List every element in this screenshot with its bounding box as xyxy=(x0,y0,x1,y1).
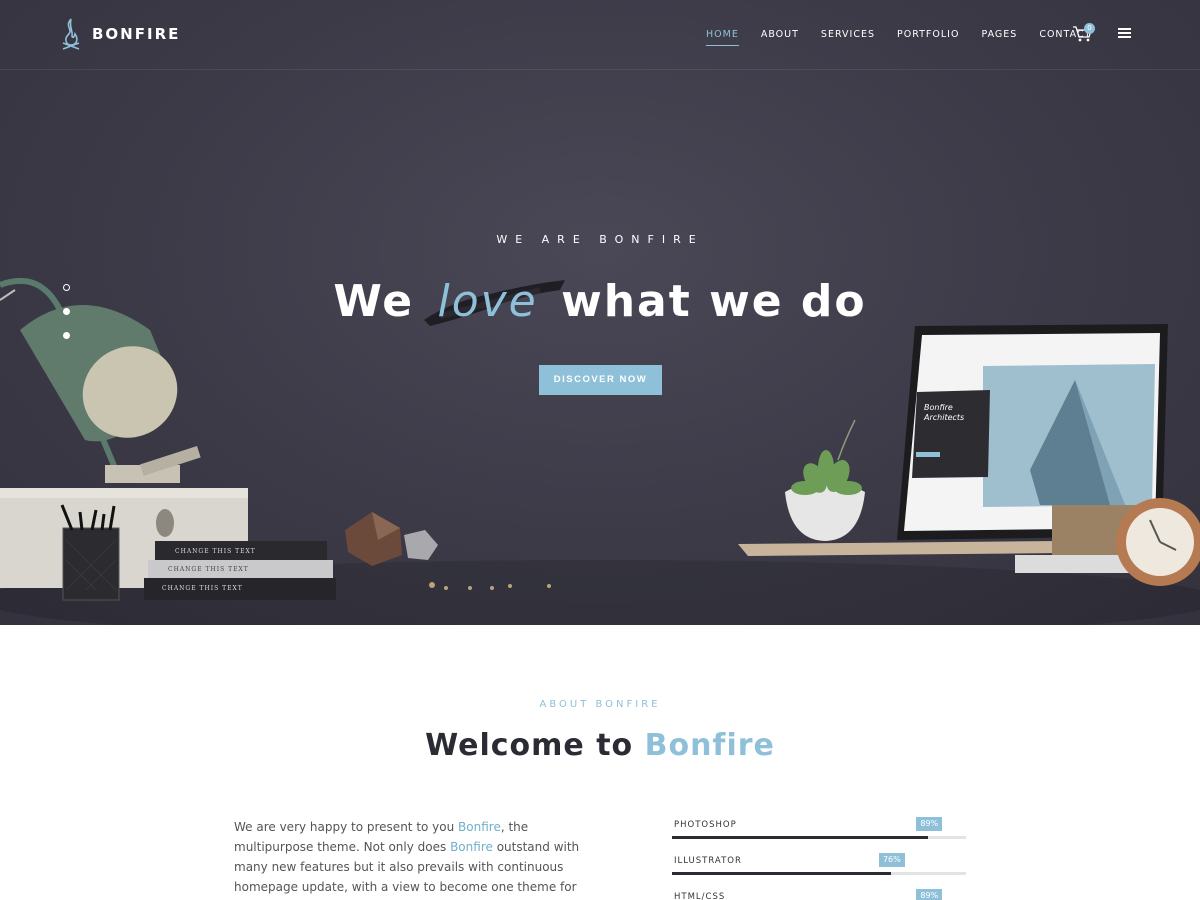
nav-home[interactable]: HOME xyxy=(706,29,739,46)
about-text-highlight-2: Bonfire xyxy=(450,840,493,854)
about-text-highlight-1: Bonfire xyxy=(458,820,501,834)
skill-fill xyxy=(672,836,929,839)
slider-dot-3[interactable] xyxy=(63,332,70,339)
discover-now-button[interactable]: DISCOVER NOW xyxy=(539,365,662,395)
skill-label: HTML/CSS xyxy=(674,892,726,900)
book-label-1: CHANGE THIS TEXT xyxy=(175,548,256,555)
skills-list: PHOTOSHOP 89% ILLUSTRATOR 76% HTML/CSS 8… xyxy=(672,817,966,900)
skill-bar: HTML/CSS 89% xyxy=(672,889,966,900)
skill-percent-tag: 89% xyxy=(916,889,943,900)
book-label-2: CHANGE THIS TEXT xyxy=(168,566,249,573)
nav-pages[interactable]: PAGES xyxy=(981,29,1017,46)
nav-services[interactable]: SERVICES xyxy=(821,29,875,46)
skill-fill xyxy=(672,872,891,875)
skill-bar: ILLUSTRATOR 76% xyxy=(672,853,966,890)
about-kicker: ABOUT BONFIRE xyxy=(539,699,661,710)
headline-post: what we do xyxy=(561,276,867,327)
laptop-screen-title: Bonfire Architects xyxy=(924,403,965,422)
about-title-accent: Bonfire xyxy=(644,728,775,763)
skill-percent-tag: 89% xyxy=(916,817,943,831)
skill-track xyxy=(672,836,966,839)
about-title: Welcome to Bonfire xyxy=(0,728,1200,763)
site-header: BONFIRE HOME ABOUT SERVICES PORTFOLIO PA… xyxy=(0,0,1200,70)
logo[interactable]: BONFIRE xyxy=(60,16,180,52)
nav-portfolio[interactable]: PORTFOLIO xyxy=(897,29,959,46)
skill-bar: PHOTOSHOP 89% xyxy=(672,817,966,854)
book-label-3: CHANGE THIS TEXT xyxy=(162,585,243,592)
about-title-pre: Welcome to xyxy=(425,728,634,763)
skill-percent-tag: 76% xyxy=(878,853,905,867)
cart-count-badge: 0 xyxy=(1084,23,1095,34)
main-nav: HOME ABOUT SERVICES PORTFOLIO PAGES CONT… xyxy=(706,29,1113,46)
hero-kicker: WE ARE BONFIRE xyxy=(496,233,704,246)
skill-label: PHOTOSHOP xyxy=(674,820,737,830)
about-paragraph: We are very happy to present to you Bonf… xyxy=(234,817,594,900)
nav-about[interactable]: ABOUT xyxy=(761,29,799,46)
flame-logo-icon xyxy=(62,18,80,50)
hero-headline: We love what we do xyxy=(0,276,1200,327)
skill-track xyxy=(672,872,966,875)
headline-pre: We xyxy=(333,276,415,327)
logo-text: BONFIRE xyxy=(92,25,181,43)
skill-label: ILLUSTRATOR xyxy=(674,856,742,866)
hamburger-menu-icon[interactable] xyxy=(1118,28,1131,38)
about-text-part-1: We are very happy to present to you xyxy=(234,820,459,834)
hero-section: CHANGE THIS TEXT CHANGE THIS TEXT CHANGE… xyxy=(0,0,1200,625)
headline-accent: love xyxy=(437,276,538,327)
